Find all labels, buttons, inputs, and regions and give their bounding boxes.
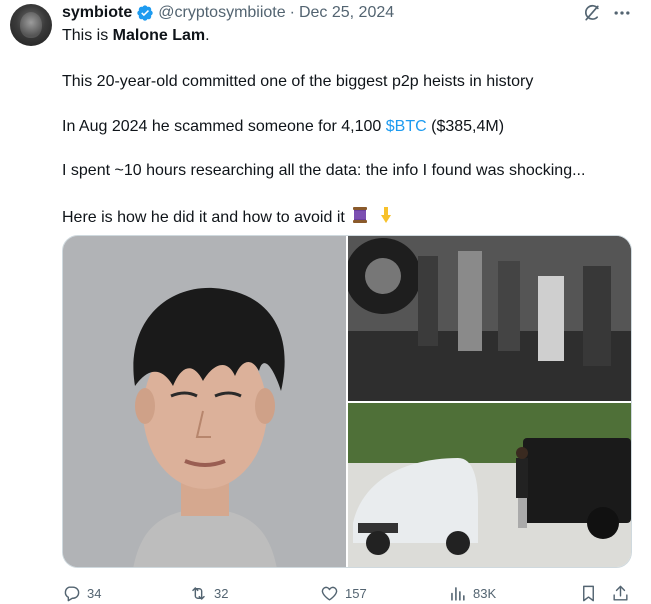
line1-suffix: .	[205, 27, 210, 44]
like-button[interactable]: 157	[320, 583, 367, 603]
avatar-face	[20, 12, 42, 38]
tweet-line-1: This is Malone Lam.	[62, 26, 210, 46]
reply-count: 34	[87, 585, 102, 601]
arrest-illustration	[345, 236, 631, 401]
media-photo-cars[interactable]	[348, 403, 631, 567]
repost-button[interactable]: 32	[189, 583, 228, 603]
portrait-illustration	[63, 236, 346, 567]
line3-prefix: In Aug 2024 he scammed someone for 4,100	[62, 118, 386, 135]
avatar[interactable]	[10, 4, 52, 46]
tweet-line-5: Here is how he did it and how to avoid i…	[62, 205, 396, 228]
header-separator: ·	[289, 4, 295, 21]
media-photo-arrest[interactable]	[345, 236, 631, 401]
reply-icon	[64, 585, 80, 601]
verified-badge-icon[interactable]	[136, 4, 154, 22]
reply-button[interactable]: 34	[62, 583, 101, 603]
btc-cashtag-link[interactable]: $BTC	[386, 118, 427, 135]
views-icon	[451, 586, 465, 601]
media-photo-portrait[interactable]	[63, 236, 346, 567]
line3-suffix: ($385,4M)	[426, 118, 505, 135]
grok-icon[interactable]	[582, 3, 602, 23]
share-icon	[613, 585, 628, 601]
subject-name: Malone Lam	[112, 27, 206, 44]
tweet-header: symbiote @cryptosymbiiote · Dec 25, 2024	[62, 2, 394, 24]
line5-text: Here is how he did it and how to avoid i…	[62, 209, 345, 226]
tweet-actions: 34 32 157 83K	[62, 583, 632, 604]
repost-count: 32	[214, 585, 229, 601]
author-handle[interactable]: @cryptosymbiiote	[158, 4, 285, 22]
repost-icon	[192, 586, 205, 600]
more-icon[interactable]	[612, 3, 632, 23]
bookmark-icon	[583, 585, 594, 601]
tweet-date[interactable]: Dec 25, 2024	[299, 4, 394, 22]
tweet-line-4: I spent ~10 hours researching all the da…	[62, 162, 586, 179]
like-count: 157	[345, 585, 367, 601]
line1-prefix: This is	[62, 27, 113, 44]
spool-icon	[353, 207, 368, 223]
share-button[interactable]	[611, 583, 630, 603]
tweet: symbiote @cryptosymbiiote · Dec 25, 2024…	[0, 0, 651, 604]
tweet-line-2: This 20-year-old committed one of the bi…	[62, 73, 534, 90]
views-count: 83K	[473, 585, 497, 601]
media-grid[interactable]	[62, 235, 632, 568]
author-name[interactable]: symbiote	[62, 4, 132, 22]
views-button[interactable]: 83K	[448, 583, 496, 603]
heart-icon	[321, 586, 338, 601]
cars-illustration	[348, 403, 631, 567]
pointing-down-icon	[380, 207, 391, 223]
bookmark-button[interactable]	[579, 583, 598, 603]
tweet-line-3: In Aug 2024 he scammed someone for 4,100…	[62, 117, 504, 137]
